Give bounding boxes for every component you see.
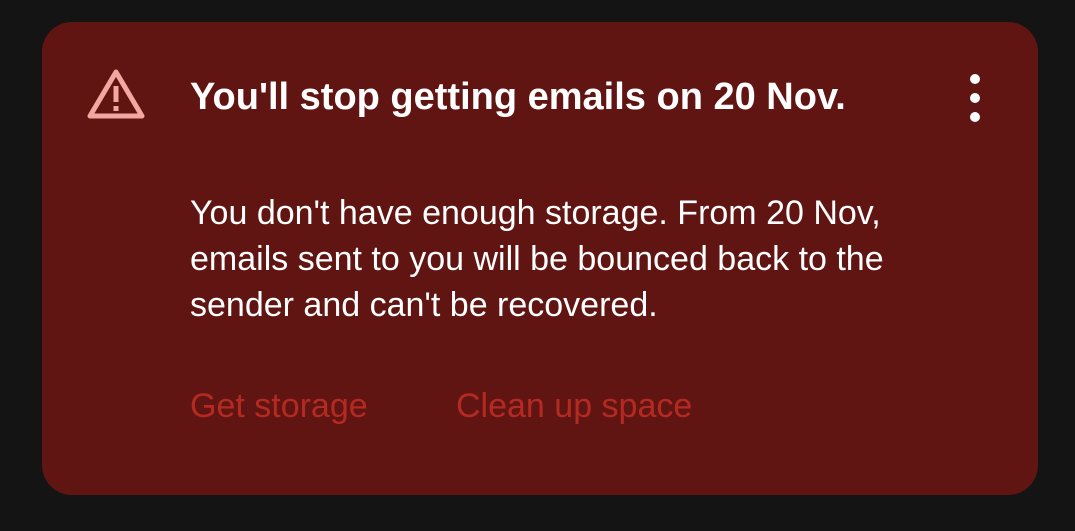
banner-body: You don't have enough storage. From 20 N… (190, 194, 884, 324)
warning-triangle-icon (87, 69, 145, 119)
clean-up-space-button[interactable]: Clean up space (456, 384, 692, 428)
menu-dot (970, 93, 980, 103)
banner-title: You'll stop getting emails on 20 Nov. (190, 76, 846, 118)
menu-dot (970, 112, 980, 122)
menu-dot (970, 74, 980, 84)
more-options-icon[interactable] (958, 74, 992, 122)
get-storage-button[interactable]: Get storage (190, 384, 368, 428)
